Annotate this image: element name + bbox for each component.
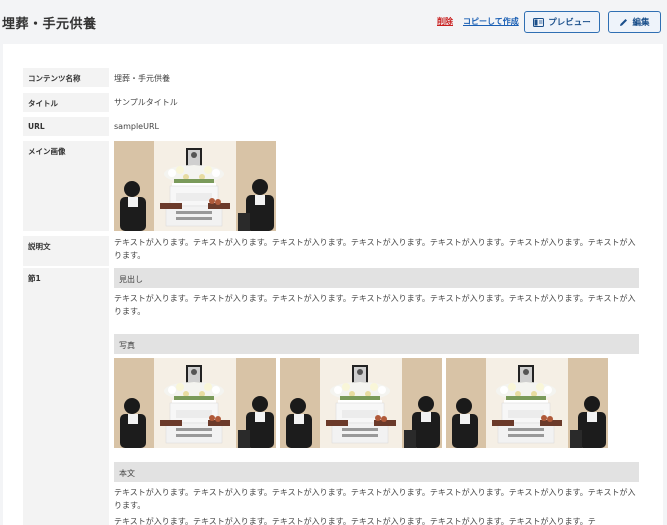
description-label: 説明文	[23, 236, 109, 266]
funeral-photo-icon	[446, 358, 608, 448]
url-value: sampleURL	[114, 122, 159, 131]
edit-label: 編集	[632, 18, 650, 28]
section1-heading-label: 見出し	[114, 268, 639, 288]
section1-photo-3	[446, 358, 608, 448]
pencil-icon	[619, 18, 628, 27]
main-image	[114, 141, 276, 231]
page-header: 埋葬・手元供養 削除 コピーして作成 プレビュー 編集	[0, 0, 667, 44]
content-detail-card: コンテンツ名称 埋葬・手元供養 タイトル サンプルタイトル URL sample…	[3, 44, 663, 525]
section1-heading-text: テキストが入ります。テキストが入ります。テキストが入ります。テキストが入ります。…	[114, 294, 636, 316]
preview-label: プレビュー	[548, 18, 591, 28]
main-image-label: メイン画像	[23, 141, 109, 231]
edit-button[interactable]: 編集	[608, 11, 661, 33]
page-title: 埋葬・手元供養	[2, 17, 97, 32]
funeral-photo-icon	[114, 141, 276, 231]
section1-photo-1	[114, 358, 276, 448]
preview-button[interactable]: プレビュー	[524, 11, 600, 33]
section1-body-text: テキストが入ります。テキストが入ります。テキストが入ります。テキストが入ります。…	[114, 488, 636, 510]
preview-icon	[533, 17, 545, 27]
description-text: テキストが入ります。テキストが入ります。テキストが入ります。テキストが入ります。…	[114, 238, 636, 260]
section1-photo-2	[280, 358, 442, 448]
copy-create-link[interactable]: コピーして作成	[463, 16, 519, 27]
content-name-value: 埋葬・手元供養	[114, 74, 170, 83]
section1-body-label: 本文	[114, 462, 639, 482]
section1-photos-label: 写真	[114, 334, 639, 354]
funeral-photo-icon	[280, 358, 442, 448]
delete-link[interactable]: 削除	[437, 16, 453, 27]
url-label: URL	[23, 117, 109, 136]
title-value: サンプルタイトル	[114, 98, 178, 107]
title-label: タイトル	[23, 93, 109, 112]
section1-label: 節1	[23, 268, 109, 525]
funeral-photo-icon	[114, 358, 276, 448]
content-name-label: コンテンツ名称	[23, 68, 109, 87]
section1-body-text-2: テキストが入ります。テキストが入ります。テキストが入ります。テキストが入ります。…	[114, 517, 596, 525]
